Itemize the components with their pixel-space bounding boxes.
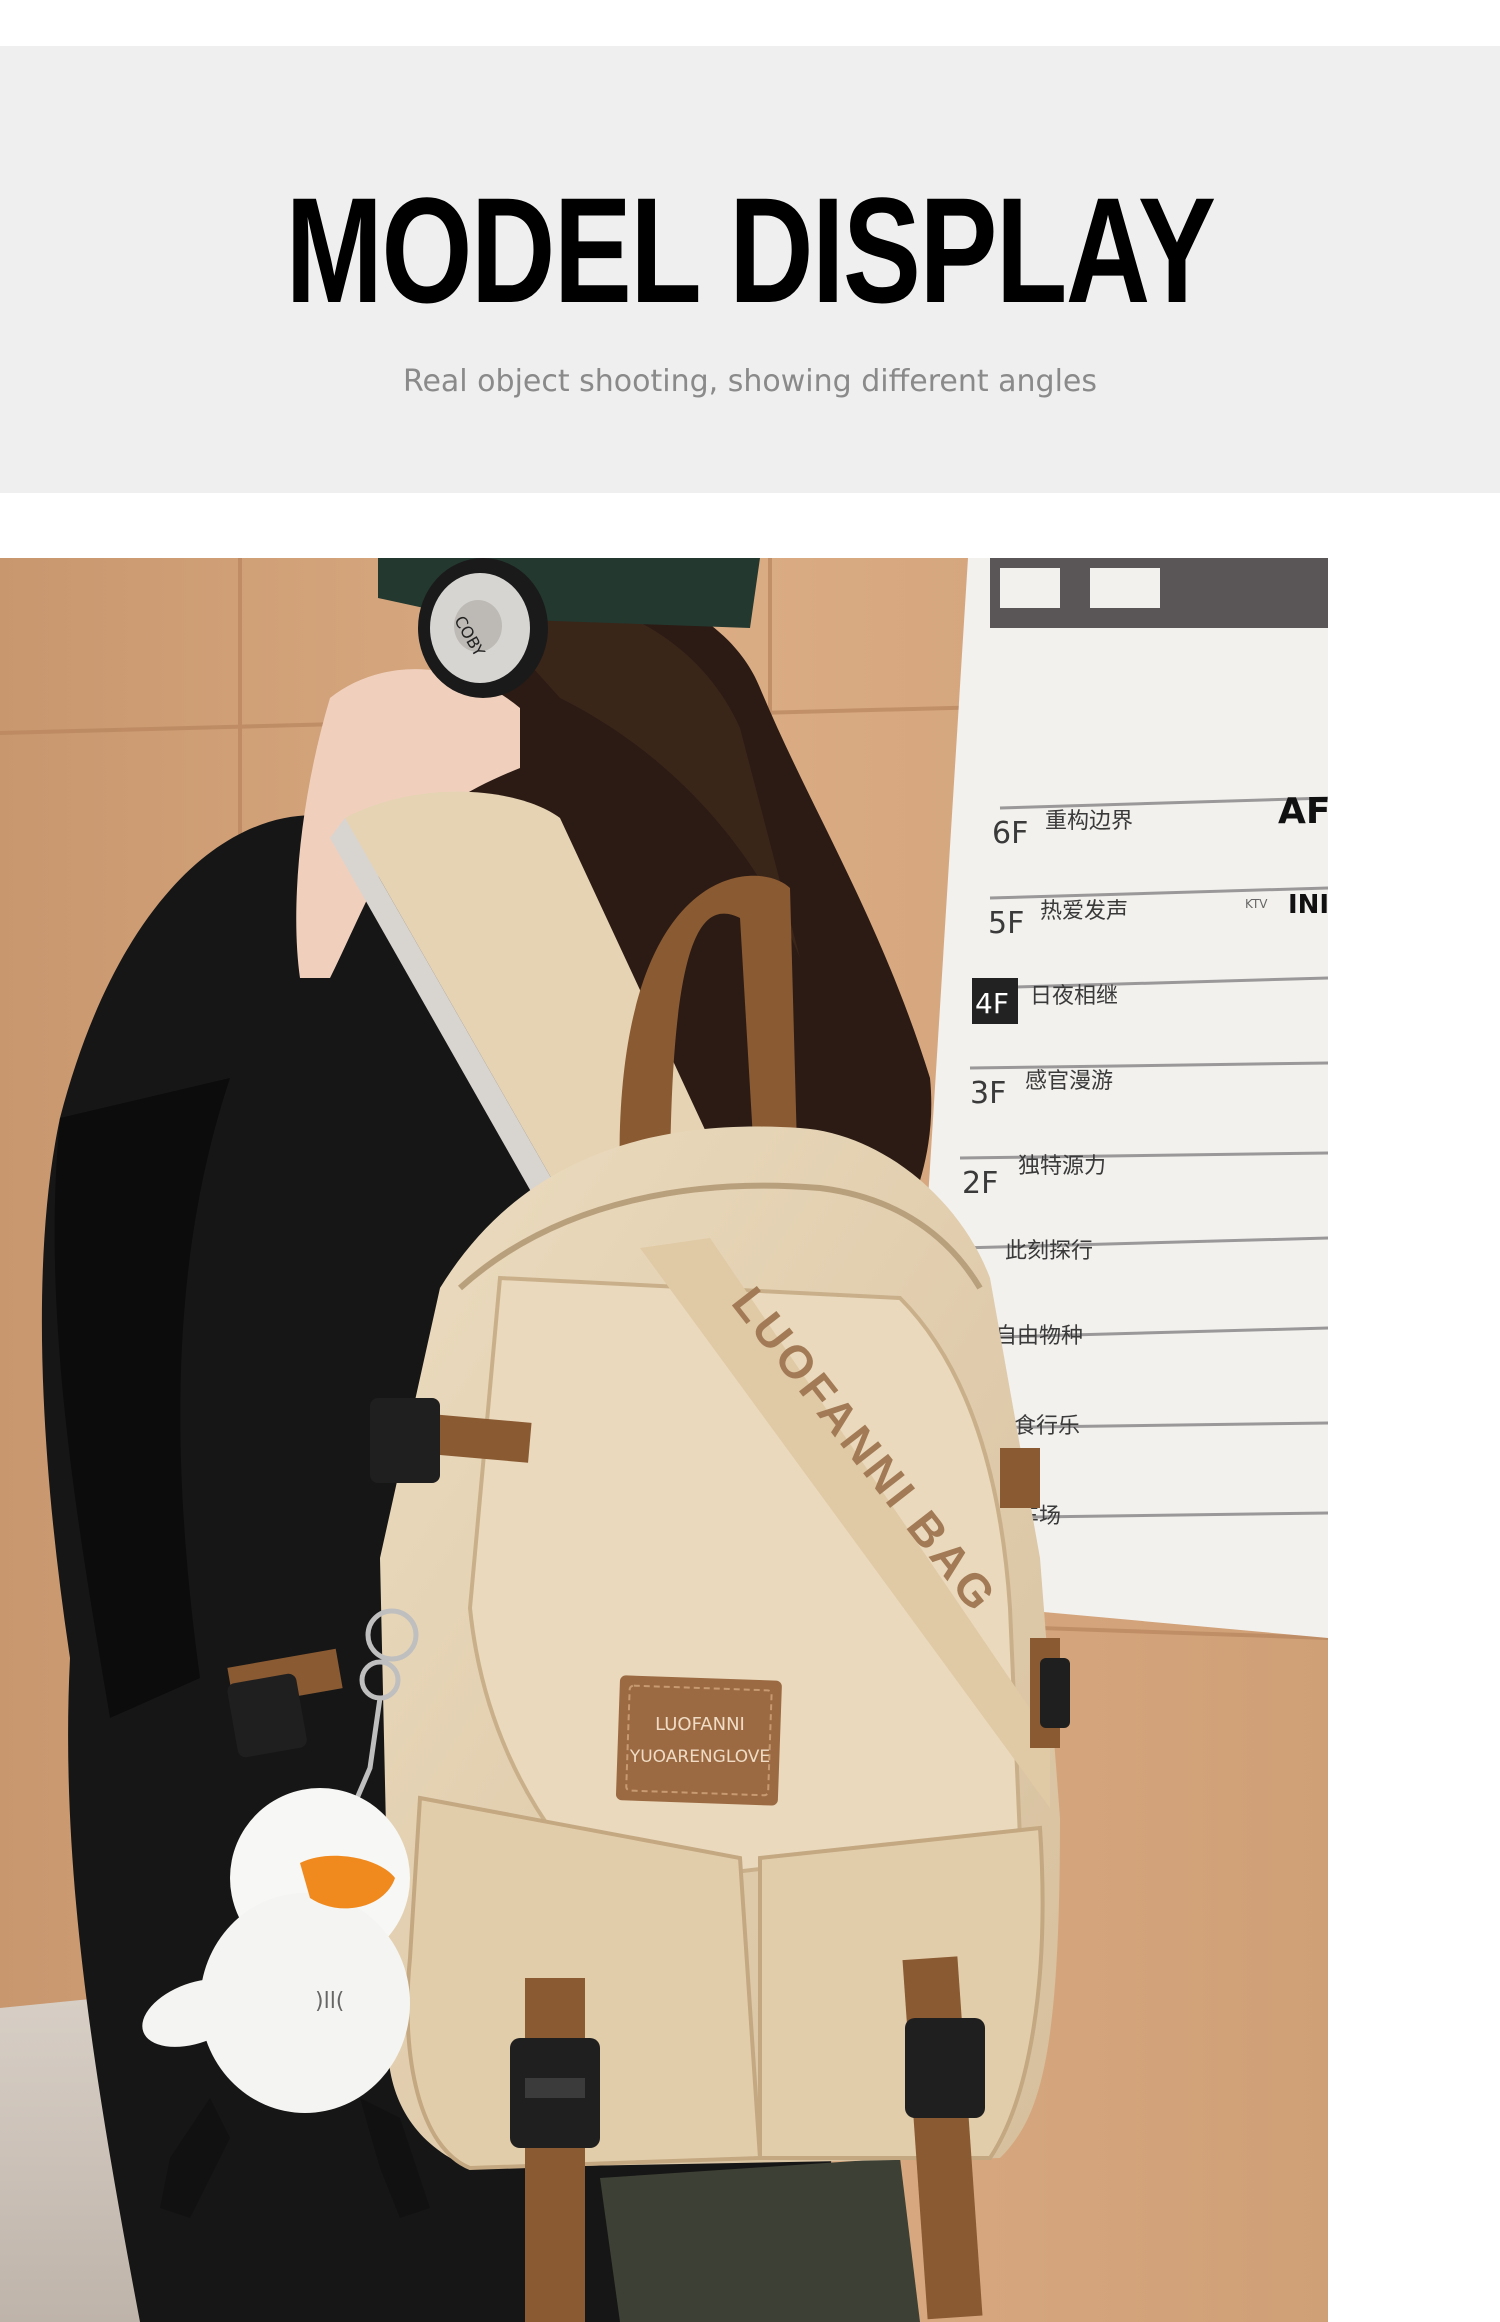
bottom-strap-left — [525, 1978, 585, 2322]
hip-buckle-icon — [227, 1673, 307, 1758]
dir-label-7: 自由物种 — [995, 1324, 1083, 1349]
svg-text:)ll(: )ll( — [315, 1989, 344, 2014]
page-title: MODEL DISPLAY — [285, 166, 1216, 334]
buckle-left-icon — [370, 1398, 440, 1483]
floor-6f: 6F — [992, 816, 1028, 851]
dir-label-3: 日夜相继 — [1030, 984, 1118, 1009]
lower-pocket-right — [758, 1825, 1045, 2160]
brand-patch: LUOFANNI YUOARENGLOVE — [615, 1675, 782, 1806]
model-photo-illustration: 6F 5F 4F 3F 2F 重构边界 热爱发声 日夜相继 感官漫游 独特源力 … — [0, 558, 1328, 2322]
patch-line1: LUOFANNI — [655, 1714, 745, 1735]
floor-2f: 2F — [962, 1166, 998, 1201]
model-photo: 6F 5F 4F 3F 2F 重构边界 热爱发声 日夜相继 感官漫游 独特源力 … — [0, 558, 1328, 2322]
pants — [600, 2158, 920, 2322]
dir-ktv: KTV — [1245, 897, 1268, 911]
buckle-right-icon — [1040, 1658, 1070, 1728]
dir-brand-partial-2: INI — [1288, 890, 1328, 920]
dir-label-4: 感官漫游 — [1025, 1069, 1113, 1094]
dir-brand-partial: AF — [1278, 791, 1328, 832]
dir-label-5: 独特源力 — [1018, 1154, 1106, 1179]
page-subtitle: Real object shooting, showing different … — [402, 364, 1098, 399]
dir-label-6: 此刻探行 — [1005, 1239, 1093, 1264]
floor-3f: 3F — [970, 1076, 1006, 1111]
floor-4f: 4F — [975, 987, 1009, 1020]
bottom-buckle-right-icon — [905, 2018, 985, 2118]
dir-label-2: 热爱发声 — [1040, 899, 1128, 924]
dir-label-1: 重构边界 — [1045, 809, 1133, 834]
patch-line2: YUOARENGLOVE — [629, 1747, 770, 1767]
side-strap-right — [1000, 1448, 1040, 1508]
headphone-icon: COBY — [418, 558, 548, 698]
floor-5f: 5F — [988, 906, 1024, 941]
